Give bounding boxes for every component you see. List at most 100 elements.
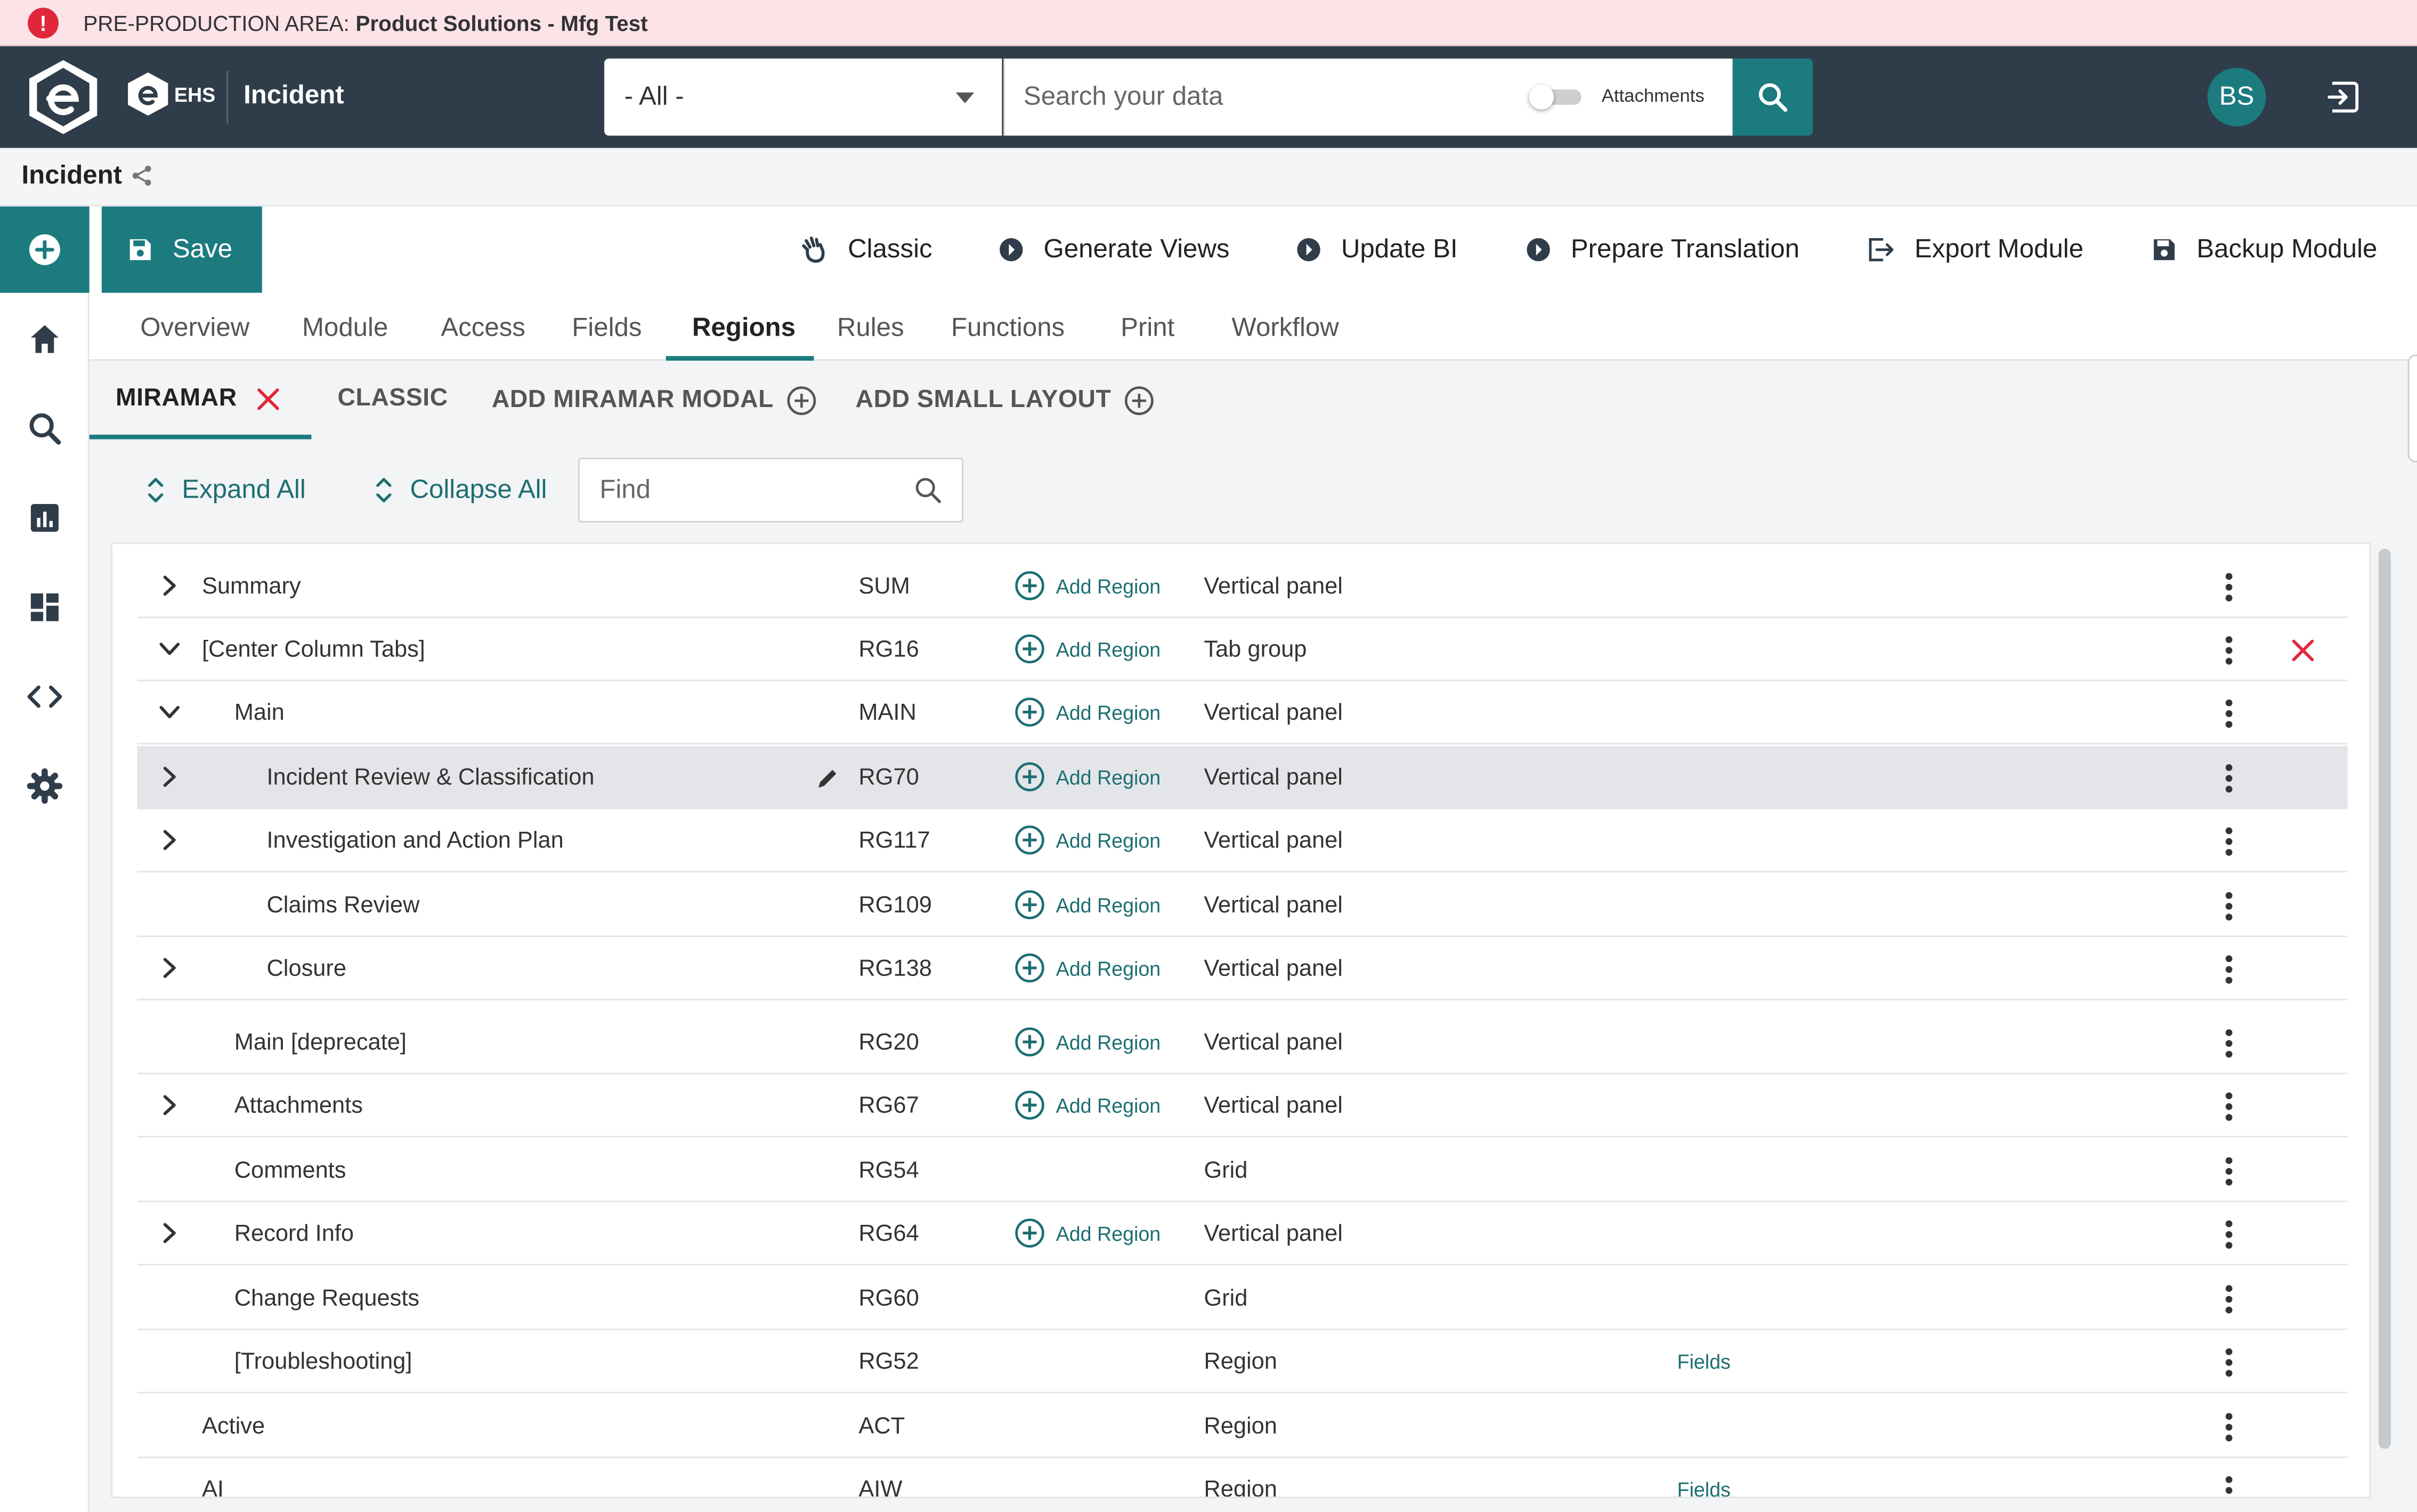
- more-vertical-icon[interactable]: [2224, 635, 2233, 666]
- chevron-right-icon[interactable]: [159, 829, 181, 851]
- add-region-button[interactable]: Add Region: [1015, 953, 1161, 983]
- add-region-label: Add Region: [1056, 893, 1161, 916]
- pencil-icon[interactable]: [815, 766, 840, 791]
- chevron-down-icon[interactable]: [159, 638, 181, 660]
- more-vertical-icon[interactable]: [2224, 826, 2233, 857]
- more-vertical-icon[interactable]: [2224, 1219, 2233, 1250]
- tab-rules[interactable]: Rules: [837, 313, 904, 344]
- table-row[interactable]: [Center Column Tabs] RG16 Add Region Tab gr…: [137, 618, 2348, 681]
- fields-link[interactable]: Fields: [1677, 1478, 1730, 1497]
- tab-regions[interactable]: Regions: [692, 313, 796, 344]
- user-avatar[interactable]: BS: [2207, 68, 2266, 127]
- attachments-toggle[interactable]: [1529, 85, 1582, 110]
- add-small-layout-button[interactable]: ADD SMALL LAYOUT: [856, 385, 1155, 416]
- table-row[interactable]: Main MAIN Add Region Vertical panel: [137, 681, 2348, 745]
- logout-icon[interactable]: [2324, 79, 2361, 116]
- table-row[interactable]: Change Requests RG60 Grid: [137, 1267, 2348, 1330]
- table-row[interactable]: Claims Review RG109 Add Region Vertical pan…: [137, 874, 2348, 937]
- home-icon[interactable]: [26, 321, 63, 357]
- more-vertical-icon[interactable]: [2224, 1284, 2233, 1315]
- more-vertical-icon[interactable]: [2224, 1091, 2233, 1122]
- add-region-button[interactable]: Add Region: [1015, 889, 1161, 920]
- global-search-input[interactable]: [1005, 82, 1498, 113]
- report-chart-icon[interactable]: [26, 499, 63, 536]
- region-type: Region: [1204, 1413, 1277, 1440]
- more-vertical-icon[interactable]: [2224, 763, 2233, 794]
- chevron-right-icon[interactable]: [159, 575, 181, 597]
- tab-print[interactable]: Print: [1121, 313, 1174, 344]
- add-region-button[interactable]: Add Region: [1015, 633, 1161, 664]
- classic-button[interactable]: Classic: [799, 234, 932, 265]
- more-vertical-icon[interactable]: [2224, 1475, 2233, 1498]
- more-vertical-icon[interactable]: [2224, 1412, 2233, 1443]
- add-region-button[interactable]: Add Region: [1015, 570, 1161, 601]
- add-region-button[interactable]: Add Region: [1015, 1217, 1161, 1248]
- app-logo-icon[interactable]: [28, 59, 99, 136]
- generate-views-button[interactable]: Generate Views: [997, 234, 1230, 265]
- table-scrollbar[interactable]: [2378, 548, 2391, 1449]
- export-module-button[interactable]: Export Module: [1865, 234, 2083, 265]
- add-miramar-modal-button[interactable]: ADD MIRAMAR MODAL: [492, 385, 817, 416]
- gear-icon[interactable]: [26, 768, 63, 804]
- layout-tab-miramar[interactable]: MIRAMAR: [116, 385, 280, 413]
- prepare-translation-button[interactable]: Prepare Translation: [1524, 234, 1799, 265]
- table-row[interactable]: [Troubleshooting] RG52 Region Fields: [137, 1330, 2348, 1394]
- expand-all-button[interactable]: Expand All: [145, 475, 306, 506]
- add-region-button[interactable]: Add Region: [1015, 1090, 1161, 1120]
- more-vertical-icon[interactable]: [2224, 1156, 2233, 1187]
- active-layout-indicator: [89, 434, 312, 440]
- backup-module-button[interactable]: Backup Module: [2151, 234, 2377, 265]
- table-row[interactable]: Comments RG54 Grid: [137, 1139, 2348, 1202]
- code-icon[interactable]: [26, 678, 63, 715]
- table-row[interactable]: Active ACT Region: [137, 1395, 2348, 1458]
- table-row[interactable]: Incident Review & Classification RG70 Add …: [137, 746, 2348, 809]
- table-row[interactable]: Summary SUM Add Region Vertical panel: [137, 555, 2348, 619]
- more-vertical-icon[interactable]: [2224, 1028, 2233, 1059]
- save-button[interactable]: Save: [101, 206, 262, 293]
- chevron-right-icon[interactable]: [159, 1094, 181, 1116]
- table-row[interactable]: Investigation and Action Plan RG117 Add Re…: [137, 809, 2348, 873]
- dashboard-icon[interactable]: [26, 589, 63, 625]
- chevron-down-icon[interactable]: [159, 701, 181, 723]
- chevron-right-icon[interactable]: [159, 766, 181, 788]
- update-bi-button[interactable]: Update BI: [1295, 234, 1458, 265]
- tab-module[interactable]: Module: [302, 313, 388, 344]
- more-vertical-icon[interactable]: [2224, 1347, 2233, 1378]
- more-vertical-icon[interactable]: [2224, 698, 2233, 729]
- chevron-right-icon[interactable]: [159, 957, 181, 979]
- scope-select[interactable]: - All -: [604, 58, 1002, 136]
- more-vertical-icon[interactable]: [2224, 891, 2233, 922]
- table-row[interactable]: Main [deprecate] RG20 Add Region Vertical p…: [137, 1011, 2348, 1075]
- search-icon[interactable]: [26, 410, 63, 447]
- table-row[interactable]: Closure RG138 Add Region Vertical panel: [137, 937, 2348, 1001]
- breadcrumb: Incident: [0, 148, 2417, 207]
- table-row[interactable]: AI AIW Region Fields: [137, 1458, 2347, 1498]
- fields-link[interactable]: Fields: [1677, 1350, 1730, 1373]
- tab-access[interactable]: Access: [441, 313, 525, 344]
- close-icon[interactable]: [255, 387, 280, 411]
- layout-tab-classic[interactable]: CLASSIC: [338, 385, 448, 413]
- tab-fields[interactable]: Fields: [572, 313, 642, 344]
- search-button[interactable]: [1732, 58, 1813, 136]
- find-input[interactable]: [579, 459, 888, 521]
- side-panel-handle[interactable]: [2407, 354, 2417, 462]
- table-row[interactable]: Record Info RG64 Add Region Vertical panel: [137, 1202, 2348, 1266]
- save-label: Save: [173, 234, 233, 264]
- share-icon[interactable]: [129, 164, 154, 188]
- close-icon[interactable]: [2289, 637, 2317, 664]
- more-vertical-icon[interactable]: [2224, 572, 2233, 603]
- collapse-all-button[interactable]: Collapse All: [373, 475, 547, 506]
- tab-functions[interactable]: Functions: [951, 313, 1065, 344]
- add-region-button[interactable]: Add Region: [1015, 1027, 1161, 1058]
- table-row[interactable]: Attachments RG67 Add Region Vertical panel: [137, 1074, 2348, 1138]
- sidebar-add-button[interactable]: [0, 206, 90, 293]
- add-region-button[interactable]: Add Region: [1015, 825, 1161, 856]
- ehs-logo-icon: [128, 72, 168, 116]
- add-region-button[interactable]: Add Region: [1015, 697, 1161, 728]
- tab-workflow[interactable]: Workflow: [1231, 313, 1339, 344]
- search-icon[interactable]: [913, 475, 944, 506]
- tab-overview[interactable]: Overview: [140, 313, 249, 344]
- add-region-button[interactable]: Add Region: [1015, 761, 1161, 792]
- more-vertical-icon[interactable]: [2224, 954, 2233, 985]
- chevron-right-icon[interactable]: [159, 1222, 181, 1244]
